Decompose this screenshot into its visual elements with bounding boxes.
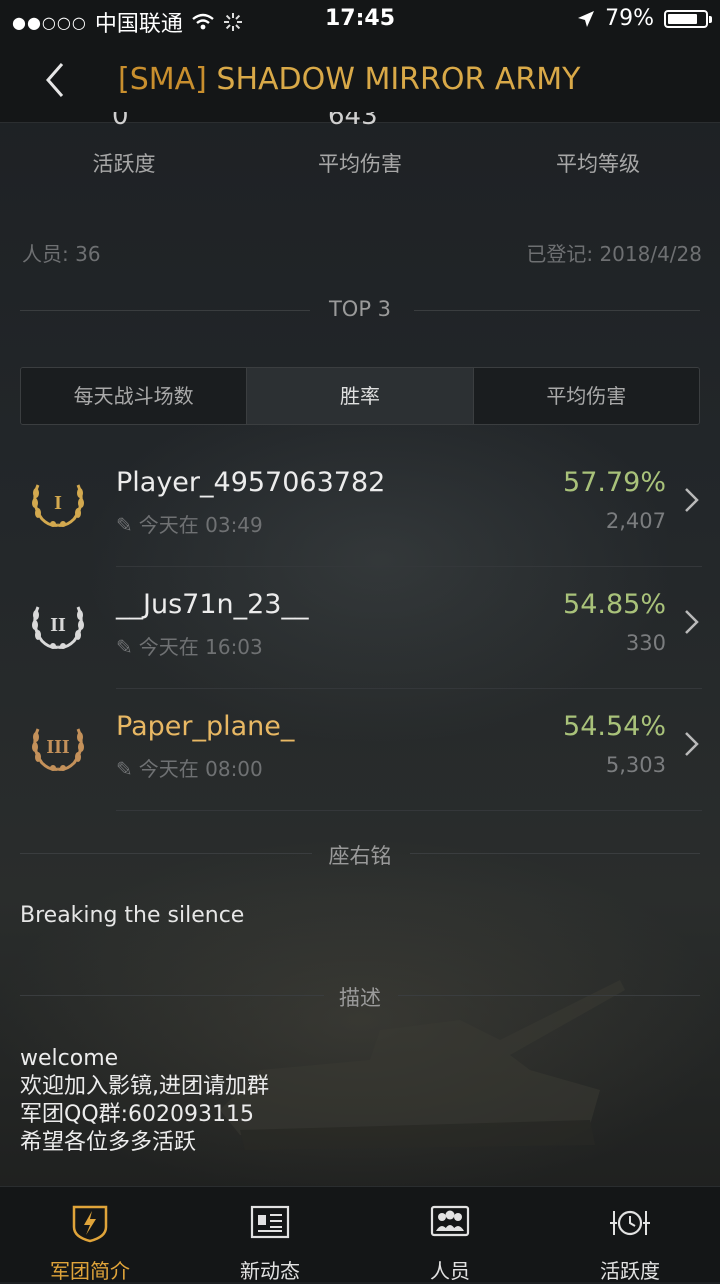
- battery-icon: [664, 9, 712, 28]
- clan-name: SHADOW MIRROR ARMY: [216, 62, 581, 97]
- tab-label: 军团简介: [50, 1259, 130, 1283]
- last-battle-time: ✎ 今天在 03:49: [116, 509, 263, 538]
- news-feed-icon: [250, 1205, 290, 1239]
- members-icon: [430, 1205, 470, 1237]
- activity-clock-icon: [610, 1210, 650, 1236]
- tab-members[interactable]: 人员: [360, 1187, 540, 1283]
- rank-3-medal-icon: III: [32, 728, 84, 771]
- rank-numeral: I: [54, 492, 62, 514]
- top3-title: TOP 3: [328, 297, 392, 321]
- description-line: 军团QQ群:602093115: [20, 1102, 255, 1127]
- battery-percentage: 79%: [605, 6, 654, 31]
- player-name: __Jus71n_23__: [116, 589, 309, 620]
- description-line: 希望各位多多活跃: [20, 1130, 197, 1155]
- stat-value-avg-damage: 643: [328, 112, 378, 128]
- clan-shield-icon: [72, 1205, 108, 1243]
- last-battle-time-text: 今天在 16:03: [138, 635, 263, 659]
- page-title: [SMA] SHADOW MIRROR ARMY: [118, 62, 580, 97]
- last-battle-time: ✎ 今天在 08:00: [116, 753, 263, 782]
- description-line: 欢迎加入影镜,进团请加群: [20, 1074, 269, 1099]
- bottom-tab-bar: 军团简介 新动态 人员 活跃度: [0, 1186, 720, 1283]
- tab-avg-damage[interactable]: 平均伤害: [472, 368, 699, 424]
- battle-count: 5,303: [605, 753, 666, 777]
- tab-clan-info[interactable]: 军团简介: [0, 1187, 180, 1283]
- chevron-right-icon: [685, 488, 699, 512]
- navigation-bar: [SMA] SHADOW MIRROR ARMY: [0, 40, 720, 123]
- last-battle-time: ✎ 今天在 16:03: [116, 631, 263, 660]
- chevron-right-icon: [685, 610, 699, 634]
- top-player-row[interactable]: I Player_4957063782 ✎ 今天在 03:49 57.79% 2,…: [0, 445, 720, 567]
- pen-icon: ✎: [116, 635, 133, 659]
- last-battle-time-text: 今天在 08:00: [138, 757, 263, 781]
- tab-label: 新动态: [240, 1259, 300, 1283]
- divider: [398, 995, 700, 996]
- tab-news[interactable]: 新动态: [180, 1187, 360, 1283]
- divider: [414, 310, 700, 311]
- rank-numeral: II: [50, 614, 66, 636]
- rank-numeral: III: [46, 736, 70, 758]
- pen-icon: ✎: [116, 513, 133, 537]
- description-line: welcome: [20, 1046, 119, 1071]
- win-rate: 54.54%: [563, 711, 666, 742]
- back-arrow-icon[interactable]: [38, 60, 78, 100]
- row-divider: [116, 810, 702, 811]
- registration-date: 已登记: 2018/4/28: [526, 242, 702, 266]
- clan-description: welcome 欢迎加入影镜,进团请加群 军团QQ群:602093115 希望各…: [20, 1045, 269, 1157]
- divider: [410, 853, 700, 854]
- win-rate: 54.85%: [563, 589, 666, 620]
- battle-count: 2,407: [605, 509, 666, 533]
- description-title: 描述: [339, 986, 381, 1010]
- clan-motto: Breaking the silence: [20, 903, 245, 928]
- pen-icon: ✎: [116, 757, 133, 781]
- stat-value-activity: 0: [112, 112, 129, 128]
- rank-2-medal-icon: II: [32, 606, 84, 649]
- tab-activity[interactable]: 活跃度: [540, 1187, 720, 1283]
- motto-title: 座右铭: [328, 844, 392, 868]
- tab-win-rate[interactable]: 胜率: [246, 368, 473, 424]
- win-rate: 57.79%: [563, 467, 666, 498]
- tab-label: 人员: [430, 1259, 470, 1283]
- clan-tag: [SMA]: [118, 62, 207, 97]
- stat-label-activity: 活跃度: [92, 152, 156, 176]
- stat-label-avg-tier: 平均等级: [556, 152, 640, 176]
- status-bar: ●●○○○ 中国联通 17:45 79%: [0, 0, 720, 40]
- player-name: Player_4957063782: [116, 467, 386, 498]
- top-player-row[interactable]: II __Jus71n_23__ ✎ 今天在 16:03 54.85% 330: [0, 567, 720, 689]
- member-count: 人员: 36: [22, 242, 101, 266]
- player-name: Paper_plane_: [116, 711, 295, 742]
- top3-category-tabs: 每天战斗场数 胜率 平均伤害: [20, 367, 700, 425]
- stat-label-avg-damage: 平均伤害: [318, 152, 402, 176]
- top-player-row[interactable]: III Paper_plane_ ✎ 今天在 08:00 54.54% 5,303: [0, 689, 720, 811]
- chevron-right-icon: [685, 732, 699, 756]
- tab-label: 活跃度: [600, 1259, 660, 1283]
- rank-1-medal-icon: I: [32, 484, 84, 527]
- tab-daily-battles[interactable]: 每天战斗场数: [21, 368, 247, 424]
- location-arrow-icon: [578, 10, 595, 27]
- last-battle-time-text: 今天在 03:49: [138, 513, 263, 537]
- battle-count: 330: [625, 631, 666, 655]
